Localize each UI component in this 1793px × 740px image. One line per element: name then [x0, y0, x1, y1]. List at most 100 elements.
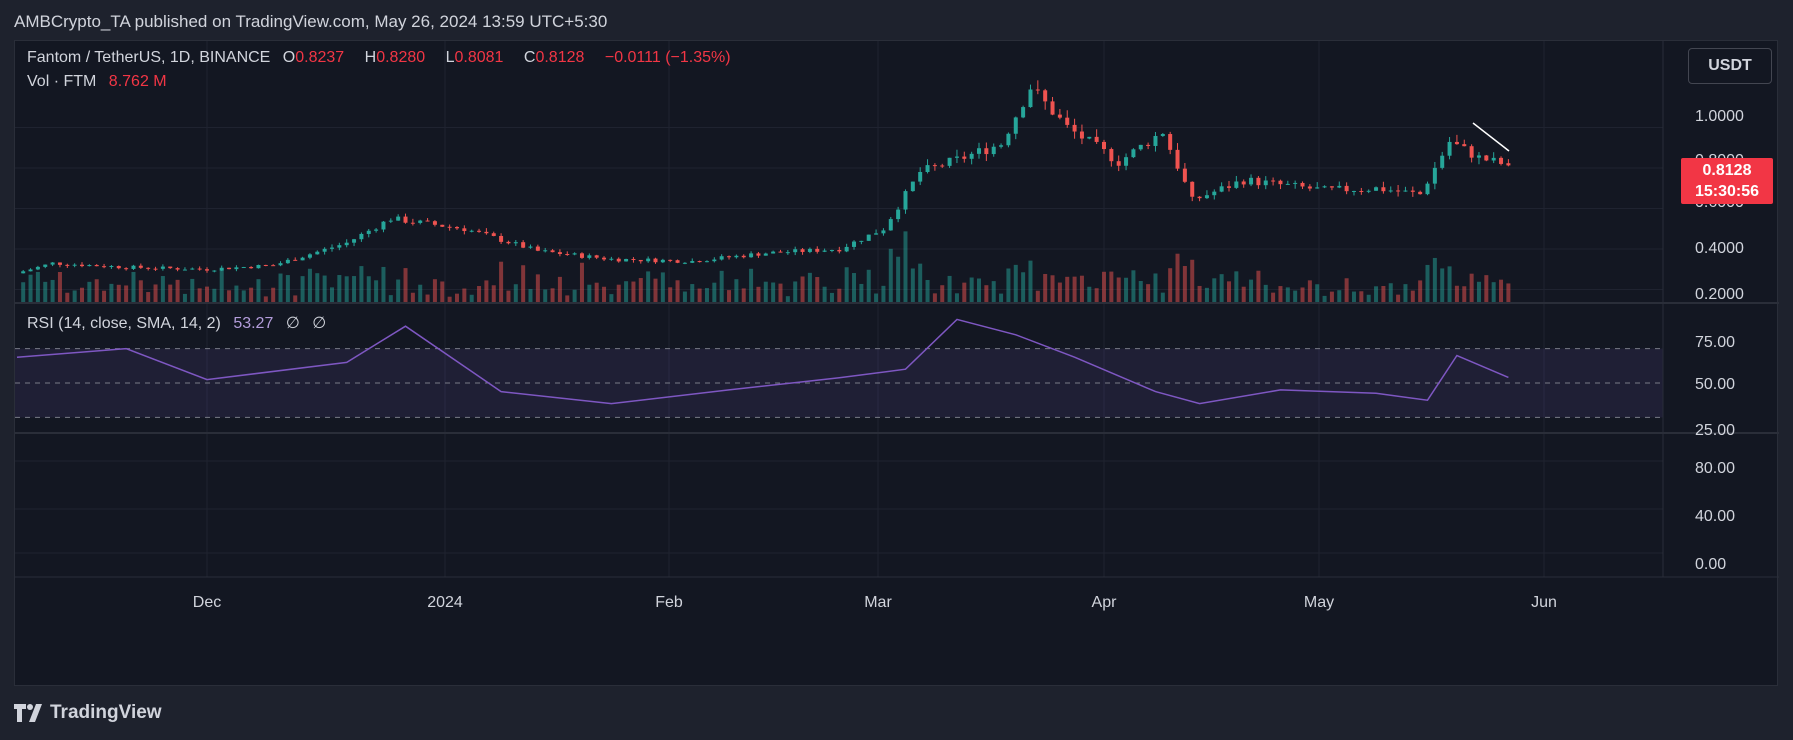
volume-bar: [1241, 286, 1246, 303]
volume-bar: [469, 294, 474, 303]
volume-bar: [1043, 273, 1048, 303]
candle-body: [315, 251, 320, 255]
volume-bar: [690, 284, 695, 303]
chart-canvas[interactable]: 1.0000 0.8000 0.6000 0.4000 0.2000 75.00…: [15, 41, 1779, 687]
candle-body: [28, 269, 33, 272]
candle-body: [991, 146, 996, 155]
change-value: −0.0111 (−1.35%): [604, 49, 731, 66]
rsi-label: RSI (14, close, SMA, 14, 2): [27, 315, 221, 332]
tradingview-logo-icon: [14, 704, 42, 722]
candle-body: [1035, 89, 1040, 91]
candle-body: [785, 252, 790, 254]
volume-bar: [1087, 286, 1092, 303]
candle-body: [1307, 186, 1312, 189]
candle-body: [749, 253, 754, 258]
candle-body: [329, 247, 334, 249]
candle-body: [1506, 163, 1511, 166]
candle-body: [1447, 141, 1452, 156]
candle-body: [205, 269, 209, 271]
volume-bar: [1484, 275, 1489, 303]
rsi-legend[interactable]: RSI (14, close, SMA, 14, 2) 53.27 ∅ ∅: [27, 313, 334, 333]
candle-body: [87, 265, 92, 267]
volume-bar: [124, 285, 129, 303]
volume-bar: [793, 281, 798, 303]
volume-bar: [160, 276, 165, 303]
candle-body: [1249, 177, 1254, 185]
volume-bar: [1403, 284, 1408, 303]
volume-bar: [462, 288, 467, 303]
candle-body: [1190, 181, 1195, 197]
open-value: 0.8237: [295, 49, 345, 66]
candle-body: [65, 264, 70, 266]
volume-legend[interactable]: Vol · FTM 8.762 M: [27, 73, 175, 91]
volume-bar: [587, 284, 592, 303]
candle-body: [616, 258, 621, 262]
lower-tick-40: 40.00: [1695, 508, 1735, 525]
volume-bar: [1065, 276, 1070, 303]
candle-body: [1337, 185, 1342, 188]
volume-bar: [175, 279, 180, 303]
symbol-name[interactable]: Fantom / TetherUS, 1D, BINANCE: [27, 49, 270, 66]
volume-bar: [896, 256, 901, 303]
candle-body: [1388, 190, 1393, 192]
candle-body: [969, 153, 974, 159]
volume-bar: [396, 279, 401, 303]
volume-bar: [609, 294, 614, 303]
volume-bar: [771, 282, 776, 303]
candle-body: [844, 246, 849, 252]
low-label: L: [445, 49, 455, 66]
volume-bar: [1072, 276, 1077, 303]
candle-body: [668, 259, 673, 261]
candle-body: [1410, 190, 1415, 192]
candle-body: [741, 255, 746, 258]
volume-bar: [359, 266, 364, 303]
candle-body: [1182, 168, 1187, 182]
currency-button[interactable]: USDT: [1688, 48, 1772, 84]
open-label: O: [282, 49, 296, 66]
candle-body: [57, 262, 62, 265]
candle-body: [484, 231, 489, 234]
candle-body: [234, 267, 239, 270]
volume-bar: [940, 285, 945, 303]
volume-bar: [366, 276, 371, 303]
candle-body: [866, 234, 871, 241]
chart-panel[interactable]: 1.0000 0.8000 0.6000 0.4000 0.2000 75.00…: [14, 40, 1779, 687]
candle-body: [852, 241, 857, 247]
volume-bar: [1322, 295, 1327, 303]
candle-body: [197, 268, 202, 270]
candle-body: [1300, 182, 1305, 187]
candle-body: [763, 253, 768, 256]
candle-body: [675, 260, 680, 263]
candle-body: [1072, 124, 1077, 132]
tradingview-logo[interactable]: TradingView: [14, 702, 162, 724]
candle-body: [903, 191, 908, 210]
candle-body: [425, 220, 430, 222]
candle-body: [1102, 141, 1106, 150]
candle-body: [447, 226, 452, 228]
candle-body: [704, 261, 709, 263]
symbol-legend[interactable]: Fantom / TetherUS, 1D, BINANCE O0.8237 H…: [27, 49, 739, 67]
high-label: H: [364, 49, 377, 66]
candle-body: [21, 271, 26, 274]
candle-body: [771, 251, 776, 254]
volume-bar: [432, 279, 437, 303]
high-value: 0.8280: [376, 49, 426, 66]
volume-bar: [947, 275, 952, 303]
candle-body: [50, 262, 55, 265]
volume-bar: [278, 273, 283, 303]
volume-bar: [1440, 268, 1445, 303]
volume-bar: [844, 267, 849, 303]
candle-body: [1197, 196, 1202, 199]
volume-bar: [43, 281, 48, 303]
candle-body: [910, 181, 915, 192]
volume-bar: [80, 287, 85, 303]
candle-body: [940, 165, 945, 167]
candle-body: [337, 245, 342, 248]
volume-bar: [1307, 280, 1312, 303]
volume-bar: [1146, 284, 1151, 303]
candle-body: [793, 249, 798, 253]
candle-body: [1381, 187, 1386, 192]
close-value: 0.8128: [535, 49, 585, 66]
volume-bar: [219, 269, 224, 303]
volume-bar: [594, 282, 599, 303]
